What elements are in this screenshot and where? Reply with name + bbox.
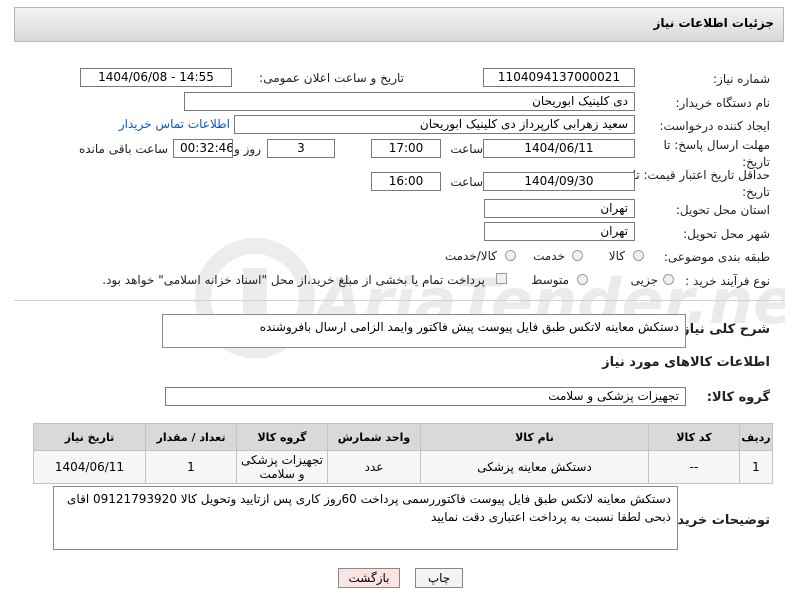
goods-table: ردیف کد کالا نام کالا واحد شمارش گروه کا… [33,423,773,484]
city-field: تهران [484,222,635,241]
process-label: نوع فرآیند خرید : [685,274,770,288]
buyer-notes-textarea[interactable]: دستکش معاینه لاتکس طبق فایل پیوست فاکتور… [53,486,678,550]
process-option-minor: جزیی [630,273,658,287]
province-field: تهران [484,199,635,218]
creator-field: سعید زهرابی کارپرداز دی کلینیک ابوریحان [234,115,635,134]
print-button[interactable]: چاپ [415,568,463,588]
remaining-time-field: 00:32:46 [173,139,233,158]
category-option-service: خدمت [533,249,565,263]
description-label: شرح کلی نیاز: [676,322,770,337]
cell-code: -- [648,450,740,484]
col-name: نام کالا [420,423,649,451]
page-title: جزئیات اطلاعات نیاز [653,16,774,30]
col-unit: واحد شمارش [327,423,421,451]
need-number-field: 1104094137000021 [483,68,635,87]
category-option-goods: کالا [608,249,625,263]
col-group: گروه کالا [236,423,328,451]
process-radio-minor[interactable] [663,274,674,285]
reply-time-label: ساعت [450,142,483,156]
col-code: کد کالا [648,423,740,451]
days-label: روز و [234,142,261,156]
creator-label: ایجاد کننده درخواست: [659,119,770,133]
description-textarea[interactable]: دستکش معاینه لاتکس طبق فایل پیوست پیش فا… [162,314,686,348]
process-radio-medium[interactable] [577,274,588,285]
goods-group-label: گروه کالا: [706,390,770,405]
goods-group-field: تجهیزات پزشکی و سلامت [165,387,686,406]
remaining-time-label: ساعت باقی مانده [78,142,168,156]
buyer-contact-link[interactable]: اطلاعات تماس خریدار [119,117,230,131]
days-field: 3 [267,139,335,158]
cell-group: تجهیزات پزشکی و سلامت [236,450,328,484]
announce-label: تاریخ و ساعت اعلان عمومی: [259,71,404,85]
cell-row: 1 [739,450,773,484]
reply-time-field: 17:00 [371,139,441,158]
city-label: شهر محل تحویل: [683,227,770,241]
buyer-org-label: نام دستگاه خریدار: [675,96,771,110]
cell-date: 1404/06/11 [33,450,146,484]
buyer-notes-text: دستکش معاینه لاتکس طبق فایل پیوست فاکتور… [67,492,671,524]
category-radio-service[interactable] [572,250,583,261]
cell-unit: عدد [327,450,421,484]
goods-table-header: ردیف کد کالا نام کالا واحد شمارش گروه کا… [33,423,773,451]
treasury-payment-note: پرداخت تمام یا بخشی از مبلغ خرید،از محل … [102,273,485,287]
treasury-payment-checkbox[interactable] [496,273,507,284]
price-validity-label: حداقل تاریخ اعتبار قیمت: تا تاریخ: [632,168,770,199]
cell-name: دستکش معاینه پزشکی [420,450,649,484]
divider [14,300,784,301]
category-label: طبقه بندی موضوعی: [663,250,770,264]
announce-field: 1404/06/08 - 14:55 [80,68,232,87]
col-qty: تعداد / مقدار [145,423,237,451]
price-time-field: 16:00 [371,172,441,191]
buyer-org-field: دی کلینیک ابوریحان [184,92,635,111]
description-text: دستکش معاینه لاتکس طبق فایل پیوست پیش فا… [259,320,679,334]
goods-section-title: اطلاعات کالاهای مورد نیاز [602,355,770,370]
cell-qty: 1 [145,450,237,484]
process-option-medium: متوسط [531,273,569,287]
price-time-label: ساعت [450,175,483,189]
category-radio-goods[interactable] [633,250,644,261]
price-date-field: 1404/09/30 [483,172,635,191]
table-row: 1 -- دستکش معاینه پزشکی عدد تجهیزات پزشک… [33,450,773,484]
category-radio-both[interactable] [505,250,516,261]
reply-deadline-label: مهلت ارسال پاسخ: تا تاریخ: [663,138,770,169]
col-row: ردیف [739,423,773,451]
need-number-label: شماره نیاز: [713,72,770,86]
back-button[interactable]: بازگشت [338,568,400,588]
category-option-both: کالا/خدمت [444,249,497,263]
reply-date-field: 1404/06/11 [483,139,635,158]
col-date: تاریخ نیاز [33,423,146,451]
province-label: استان محل تحویل: [675,203,770,217]
